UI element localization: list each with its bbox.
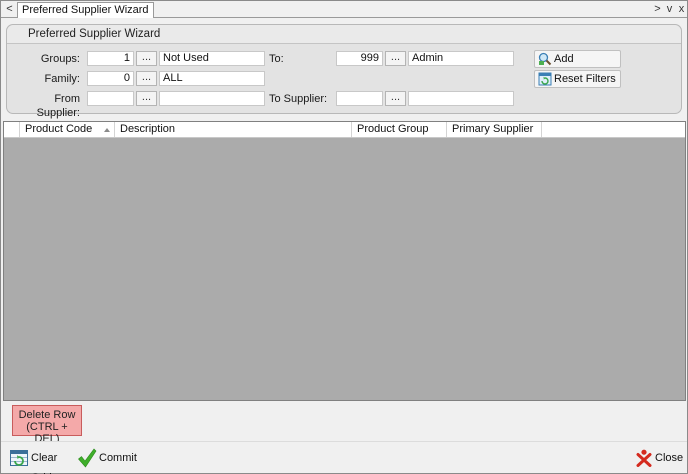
commit-button[interactable]: Commit bbox=[77, 448, 137, 468]
from-supplier-code-field[interactable] bbox=[87, 91, 134, 106]
reset-filters-icon bbox=[538, 72, 552, 86]
groups-to-label: To: bbox=[269, 53, 284, 65]
to-supplier-label: To Supplier: bbox=[269, 93, 328, 105]
reset-filters-label: Reset Filters bbox=[554, 73, 616, 85]
grid-header: Product Code Description Product Group P… bbox=[4, 122, 685, 138]
tab-strip: < Preferred Supplier Wizard > v x bbox=[1, 1, 687, 18]
column-header-product-group[interactable]: Product Group bbox=[352, 122, 447, 137]
commit-check-icon bbox=[78, 448, 97, 468]
from-supplier-name-field[interactable] bbox=[159, 91, 265, 106]
to-supplier-name-field[interactable] bbox=[408, 91, 514, 106]
column-header-filler bbox=[542, 122, 685, 137]
main-window: < Preferred Supplier Wizard > v x Prefer… bbox=[0, 0, 688, 474]
family-lookup-button[interactable]: ... bbox=[136, 71, 157, 86]
close-button[interactable]: Close bbox=[633, 448, 683, 468]
reset-filters-button[interactable]: Reset Filters bbox=[534, 70, 621, 88]
delete-row-button[interactable]: Delete Row (CTRL + DEL) bbox=[12, 405, 82, 445]
to-supplier-lookup-button[interactable]: ... bbox=[385, 91, 406, 106]
sort-ascending-icon bbox=[104, 128, 110, 132]
panel-header: Preferred Supplier Wizard bbox=[7, 25, 681, 44]
grid-row-indicator-header[interactable] bbox=[4, 122, 20, 137]
column-header-primary-supplier[interactable]: Primary Supplier bbox=[447, 122, 542, 137]
groups-from-lookup-button[interactable]: ... bbox=[136, 51, 157, 66]
clear-grid-button[interactable]: Clear Grid bbox=[7, 448, 73, 474]
add-products-button[interactable]: Add Products bbox=[534, 50, 621, 81]
groups-to-name-field[interactable]: Admin bbox=[408, 51, 514, 66]
groups-to-code-field[interactable]: 999 bbox=[336, 51, 383, 66]
add-products-icon bbox=[538, 52, 552, 66]
panel-title: Preferred Supplier Wizard bbox=[28, 28, 161, 40]
bottom-toolbar: Clear Grid Commit Close bbox=[1, 441, 687, 474]
tab-close-button[interactable]: x bbox=[675, 2, 688, 17]
family-name-field[interactable]: ALL bbox=[159, 71, 265, 86]
close-label: Close bbox=[655, 452, 684, 464]
groups-from-code-field[interactable]: 1 bbox=[87, 51, 134, 66]
clear-grid-label: Clear Grid bbox=[31, 452, 58, 474]
clear-grid-icon bbox=[10, 450, 28, 466]
family-label: Family: bbox=[44, 73, 80, 85]
tab-scroll-left-button[interactable]: < bbox=[3, 2, 16, 17]
column-header-product-code[interactable]: Product Code bbox=[20, 122, 115, 137]
groups-from-name-field[interactable]: Not Used bbox=[159, 51, 265, 66]
column-header-description[interactable]: Description bbox=[115, 122, 352, 137]
column-header-label: Product Code bbox=[25, 123, 93, 135]
to-supplier-code-field[interactable] bbox=[336, 91, 383, 106]
groups-to-lookup-button[interactable]: ... bbox=[385, 51, 406, 66]
family-code-field[interactable]: 0 bbox=[87, 71, 134, 86]
filter-panel: Preferred Supplier Wizard Groups: 1 ... … bbox=[6, 24, 682, 119]
products-grid[interactable]: Product Code Description Product Group P… bbox=[3, 121, 686, 401]
groups-label: Groups: bbox=[40, 53, 80, 65]
delete-row-label: Delete Row bbox=[18, 409, 76, 421]
commit-label: Commit bbox=[99, 452, 137, 464]
from-supplier-label: From Supplier: bbox=[36, 93, 80, 119]
from-supplier-lookup-button[interactable]: ... bbox=[136, 91, 157, 106]
close-icon bbox=[636, 449, 652, 467]
tab-preferred-supplier-wizard[interactable]: Preferred Supplier Wizard bbox=[17, 2, 154, 18]
